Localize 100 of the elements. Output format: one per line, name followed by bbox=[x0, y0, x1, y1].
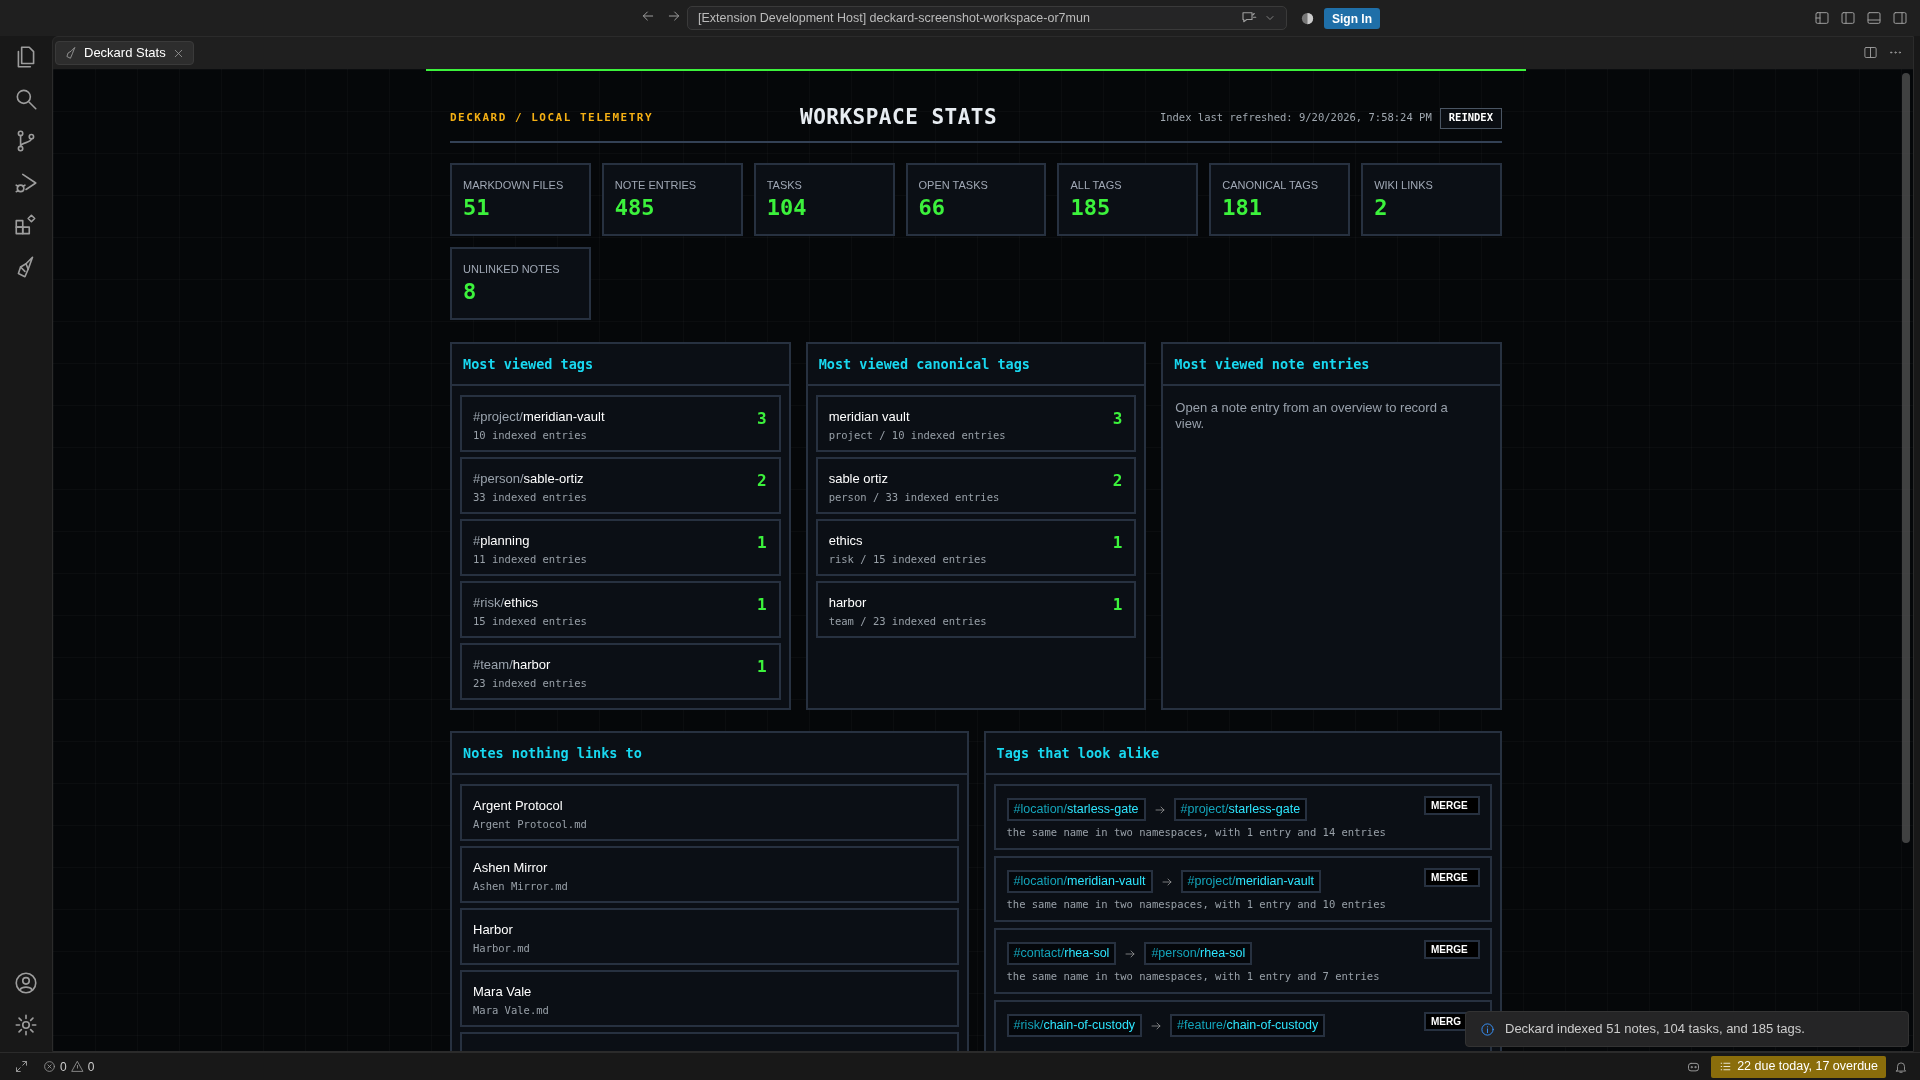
entry-meta: 11 indexed entries bbox=[473, 551, 588, 567]
stat-value: 66 bbox=[918, 193, 947, 222]
merge-button[interactable]: MERGE bbox=[1424, 796, 1480, 815]
tag-name: harbor bbox=[828, 594, 867, 612]
stat-label: WIKI LINKS bbox=[1374, 178, 1434, 193]
panel-title: Notes nothing links to bbox=[463, 743, 642, 763]
merge-button[interactable]: MERGE bbox=[1424, 868, 1480, 887]
note-entry[interactable]: Argent Protocol Argent Protocol.md bbox=[460, 784, 959, 841]
stat-label: OPEN TASKS bbox=[918, 178, 989, 193]
tag-entry[interactable]: #person/sable-ortiz 33 indexed entries 2 bbox=[460, 457, 781, 514]
settings-icon[interactable] bbox=[13, 1012, 39, 1038]
entry-meta: risk / 15 indexed entries bbox=[828, 551, 988, 567]
sign-in-button[interactable]: Sign In bbox=[1324, 8, 1380, 29]
tag-entry[interactable]: ethics risk / 15 indexed entries 1 bbox=[815, 519, 1137, 576]
stat-label: UNLINKED NOTES bbox=[463, 262, 561, 277]
info-icon bbox=[1480, 1021, 1495, 1037]
stat-value: 51 bbox=[463, 193, 491, 222]
entry-meta: 10 indexed entries bbox=[473, 427, 588, 443]
note-title: Argent Protocol bbox=[473, 797, 564, 815]
tag-name: meridian vault bbox=[828, 408, 910, 426]
tag-chip[interactable]: #contact/rhea-sol bbox=[1006, 942, 1117, 965]
tag-entry[interactable]: sable ortiz person / 33 indexed entries 2 bbox=[815, 457, 1137, 514]
last-refreshed-text: Index last refreshed: 9/20/2026, 7:58:24 PM bbox=[1159, 110, 1432, 126]
note-entry[interactable]: Mara Vale Mara Vale.md bbox=[460, 970, 959, 1027]
entry-meta: person / 33 indexed entries bbox=[828, 489, 1001, 505]
due-tasks-indicator[interactable]: 22 due today, 17 overdue bbox=[1711, 1055, 1886, 1078]
tag-chip[interactable]: #feature/chain-of-custody bbox=[1170, 1014, 1326, 1037]
warning-icon[interactable] bbox=[70, 1060, 84, 1073]
stat-label: TASKS bbox=[766, 178, 803, 193]
tag-description: the same name in two namespaces, with 1 entry and 7 entries bbox=[1006, 969, 1381, 984]
stat-value: 485 bbox=[614, 193, 656, 222]
tag-name: #person/sable-ortiz bbox=[473, 470, 584, 488]
note-title: Mara Vale bbox=[473, 983, 533, 1001]
note-file: Ashen Mirror.md bbox=[473, 878, 569, 894]
sidebar-left-icon[interactable] bbox=[1840, 10, 1856, 26]
stat-value: 104 bbox=[766, 193, 808, 222]
tag-entry[interactable]: #risk/ethics 15 indexed entries 1 bbox=[460, 581, 781, 638]
entry-meta: 33 indexed entries bbox=[473, 489, 588, 505]
note-file: Harbor.md bbox=[473, 940, 531, 956]
stat-label: CANONICAL TAGS bbox=[1222, 178, 1320, 193]
back-arrow-icon[interactable] bbox=[640, 8, 656, 24]
note-entry[interactable]: Ashen Mirror Ashen Mirror.md bbox=[460, 846, 959, 903]
view-count: 3 bbox=[1112, 408, 1123, 430]
tag-description: the same name in two namespaces, with 1 entry and 10 entries bbox=[1006, 897, 1387, 912]
panel-title: Most viewed note entries bbox=[1174, 354, 1370, 374]
reindex-button[interactable]: REINDEX bbox=[1439, 107, 1502, 129]
stat-value: 181 bbox=[1222, 193, 1264, 222]
notification-message: Deckard indexed 51 notes, 104 tasks, and 185 tags. bbox=[1505, 1020, 1805, 1039]
view-count: 1 bbox=[757, 594, 767, 616]
panel-bottom-icon[interactable] bbox=[1866, 10, 1882, 26]
view-count: 3 bbox=[757, 408, 767, 430]
problems-indicator[interactable]: 0 0 bbox=[43, 1057, 95, 1076]
bell-icon[interactable] bbox=[1894, 1059, 1908, 1074]
editor-tab[interactable]: Deckard Stats bbox=[55, 41, 194, 65]
half-circle-icon[interactable] bbox=[1300, 11, 1315, 26]
note-entry[interactable]: Harbor Harbor.md bbox=[460, 908, 959, 965]
tag-name: #team/harbor bbox=[473, 656, 551, 674]
tag-name: ethics bbox=[828, 532, 863, 550]
tag-chip[interactable]: #project/meridian-vault bbox=[1180, 870, 1321, 893]
view-count: 1 bbox=[1112, 594, 1123, 616]
forward-arrow-icon[interactable] bbox=[666, 8, 682, 24]
layout-icon[interactable] bbox=[1814, 10, 1830, 26]
tag-entry[interactable]: #planning 11 indexed entries 1 bbox=[460, 519, 781, 576]
entry-meta: project / 10 indexed entries bbox=[828, 427, 1007, 443]
sidebar-right-icon[interactable] bbox=[1892, 10, 1908, 26]
split-editor-icon[interactable] bbox=[1863, 45, 1878, 60]
tag-chip[interactable]: #location/starless-gate bbox=[1006, 798, 1146, 821]
tag-name: sable ortiz bbox=[828, 470, 888, 488]
note-file: Mara Vale.md bbox=[473, 1002, 550, 1018]
tag-entry[interactable]: #project/meridian-vault 10 indexed entries 3 bbox=[460, 395, 781, 452]
panel-title: Most viewed tags bbox=[463, 354, 594, 374]
note-file: Argent Protocol.md bbox=[473, 816, 588, 832]
empty-message: Open a note entry from an overview to record a view. bbox=[1175, 400, 1449, 432]
tag-entry[interactable]: meridian vault project / 10 indexed entries 3 bbox=[815, 395, 1137, 452]
stat-label: MARKDOWN FILES bbox=[463, 178, 565, 193]
tag-name: #planning bbox=[473, 532, 530, 550]
scrollbar-thumb[interactable] bbox=[1902, 73, 1910, 843]
tag-chip[interactable]: #project/starless-gate bbox=[1173, 798, 1308, 821]
stat-value: 2 bbox=[1374, 193, 1389, 222]
view-count: 1 bbox=[1112, 532, 1123, 554]
tag-entry[interactable]: harbor team / 23 indexed entries 1 bbox=[815, 581, 1137, 638]
tag-chip[interactable]: #person/rhea-sol bbox=[1144, 942, 1253, 965]
tag-name: #project/meridian-vault bbox=[473, 408, 605, 426]
merge-button[interactable]: MERGE bbox=[1424, 940, 1480, 959]
view-count: 1 bbox=[757, 656, 767, 678]
panel-title: Most viewed canonical tags bbox=[818, 354, 1030, 374]
entry-meta: 15 indexed entries bbox=[473, 613, 588, 629]
stat-value: 185 bbox=[1070, 193, 1112, 222]
panel-title: Tags that look alike bbox=[996, 743, 1160, 763]
tag-chip[interactable]: #risk/chain-of-custody bbox=[1006, 1014, 1143, 1037]
search-field[interactable]: [Extension Development Host] deckard-screenshot-workspace-or7mun bbox=[687, 6, 1287, 30]
view-count: 2 bbox=[1112, 470, 1123, 492]
account-icon[interactable] bbox=[13, 970, 39, 996]
error-icon[interactable] bbox=[43, 1060, 56, 1073]
tag-entry[interactable]: #team/harbor 23 indexed entries 1 bbox=[460, 643, 781, 700]
tag-name: #risk/ethics bbox=[473, 594, 539, 612]
list-icon[interactable] bbox=[1719, 1060, 1733, 1073]
tag-chip[interactable]: #location/meridian-vault bbox=[1006, 870, 1153, 893]
view-count: 2 bbox=[757, 470, 767, 492]
tag-description: the same name in two namespaces, with 1 entry and 14 entries bbox=[1006, 825, 1387, 840]
